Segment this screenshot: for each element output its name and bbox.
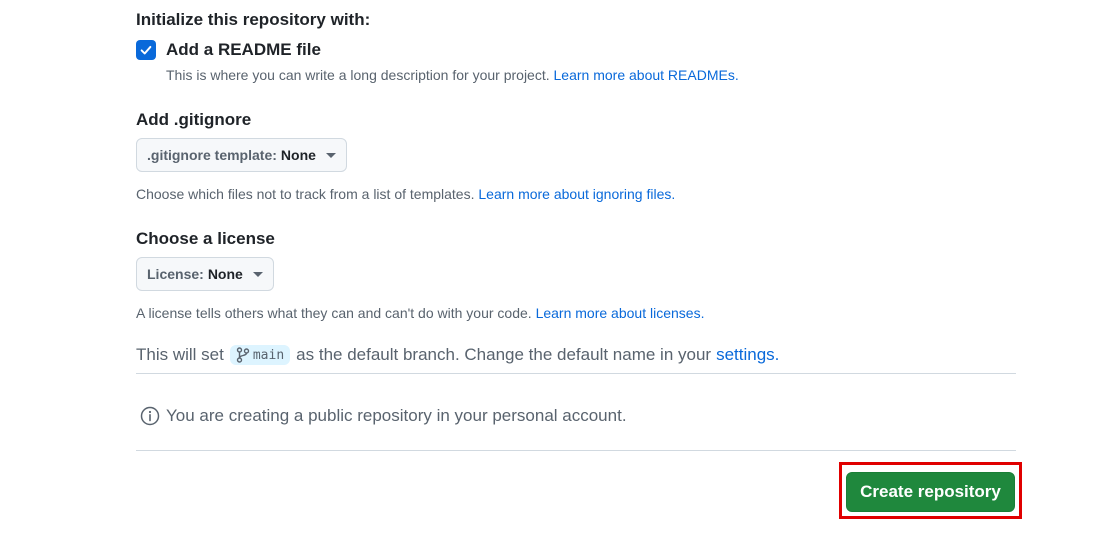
- new-repository-form: Initialize this repository with: Add a R…: [0, 0, 1110, 537]
- info-icon: [140, 406, 160, 426]
- caret-down-icon: [325, 152, 336, 158]
- default-branch-notice: This will set main as the default branch…: [136, 345, 779, 365]
- gitignore-dropdown-key: .gitignore template:: [147, 147, 277, 163]
- license-dropdown-value: None: [207, 266, 243, 282]
- learn-more-readmes-link[interactable]: Learn more about READMEs.: [554, 67, 739, 83]
- readme-description: This is where you can write a long descr…: [166, 67, 739, 83]
- gitignore-template-dropdown[interactable]: .gitignore template: None: [136, 138, 347, 172]
- gitignore-hint-text: Choose which files not to track from a l…: [136, 186, 475, 202]
- license-dropdown[interactable]: License: None: [136, 257, 274, 291]
- gitignore-hint: Choose which files not to track from a l…: [136, 186, 675, 202]
- readme-description-text: This is where you can write a long descr…: [166, 67, 550, 83]
- readme-option[interactable]: Add a README file: [136, 40, 321, 60]
- license-heading: Choose a license: [136, 229, 275, 248]
- caret-down-icon: [252, 271, 263, 277]
- license-hint: A license tells others what they can and…: [136, 305, 704, 321]
- gitignore-dropdown-value: None: [280, 147, 316, 163]
- readme-label: Add a README file: [166, 40, 321, 59]
- public-repo-notice: You are creating a public repository in …: [140, 406, 627, 426]
- learn-more-ignoring-files-link[interactable]: Learn more about ignoring files.: [478, 186, 675, 202]
- branch-middle: as the default branch. Change the defaul…: [296, 345, 712, 364]
- create-repository-button[interactable]: Create repository: [846, 472, 1015, 512]
- settings-link[interactable]: settings.: [716, 345, 779, 365]
- license-dropdown-key: License:: [147, 266, 204, 282]
- check-icon: [140, 45, 152, 55]
- public-repo-notice-text: You are creating a public repository in …: [166, 406, 627, 425]
- branch-chip: main: [229, 345, 291, 365]
- license-hint-text: A license tells others what they can and…: [136, 305, 532, 321]
- initialize-heading: Initialize this repository with:: [136, 10, 371, 29]
- divider: [136, 450, 1016, 451]
- learn-more-licenses-link[interactable]: Learn more about licenses.: [536, 305, 705, 321]
- branch-prefix: This will set: [136, 345, 224, 364]
- git-branch-icon: [236, 347, 250, 363]
- branch-name: main: [252, 347, 285, 363]
- divider: [136, 373, 1016, 374]
- gitignore-heading: Add .gitignore: [136, 110, 252, 129]
- readme-checkbox[interactable]: [136, 40, 156, 60]
